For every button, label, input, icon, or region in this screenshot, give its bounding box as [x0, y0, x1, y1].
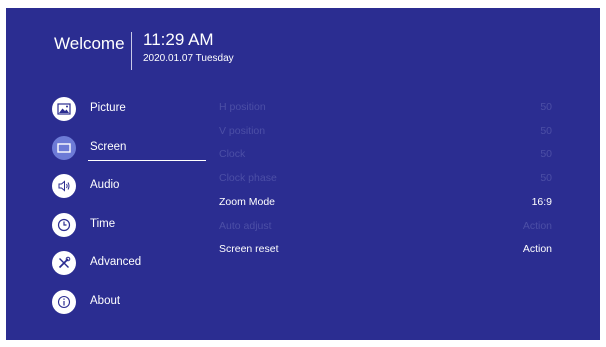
header-divider: [131, 32, 132, 70]
setting-value: 50: [540, 148, 552, 160]
clock-date: 2020.01.07 Tuesday: [143, 53, 234, 64]
setting-row-clock: Clock 50: [219, 148, 552, 162]
menu-item-picture[interactable]: Picture: [52, 97, 212, 121]
osd-screen: Welcome 11:29 AM 2020.01.07 Tuesday Pict…: [6, 8, 600, 340]
setting-value: 50: [540, 101, 552, 113]
speaker-icon: [52, 174, 76, 198]
setting-label: V position: [219, 125, 266, 137]
setting-row-clock-phase: Clock phase 50: [219, 172, 552, 186]
menu-label-picture: Picture: [90, 102, 126, 114]
setting-label: H position: [219, 101, 266, 113]
menu-label-about: About: [90, 295, 121, 307]
setting-row-zoom-mode[interactable]: Zoom Mode 16:9: [219, 196, 552, 210]
menu-item-screen[interactable]: Screen: [52, 136, 212, 161]
menu-item-about[interactable]: About: [52, 290, 212, 314]
menu-item-advanced[interactable]: Advanced: [52, 251, 212, 275]
clock-time: 11:29 AM: [143, 30, 214, 49]
setting-label: Auto adjust: [219, 220, 272, 232]
setting-label: Screen reset: [219, 243, 279, 255]
welcome-title: Welcome: [54, 34, 125, 53]
clock-icon: [52, 213, 76, 237]
menu-item-time[interactable]: Time: [52, 213, 212, 237]
setting-row-h-position: H position 50: [219, 101, 552, 115]
setting-value: Action: [522, 220, 552, 232]
setting-value: Action: [522, 243, 552, 255]
menu-item-audio[interactable]: Audio: [52, 174, 212, 198]
setting-label: Zoom Mode: [219, 196, 276, 208]
selection-underline: [88, 160, 206, 161]
setting-label: Clock phase: [219, 172, 277, 184]
menu-label-advanced: Advanced: [90, 256, 142, 268]
picture-icon: [52, 97, 76, 121]
menu-label-time: Time: [90, 218, 116, 230]
setting-row-auto-adjust: Auto adjust Action: [219, 220, 552, 234]
setting-value: 50: [540, 172, 552, 184]
setting-value: 16:9: [531, 196, 552, 208]
setting-value: 50: [540, 125, 552, 137]
screen-icon: [52, 136, 76, 160]
info-icon: [52, 290, 76, 314]
setting-label: Clock: [219, 148, 246, 160]
tools-icon: [52, 251, 76, 275]
menu-label-screen: Screen: [90, 141, 127, 153]
setting-row-v-position: V position 50: [219, 125, 552, 139]
menu-label-audio: Audio: [90, 179, 120, 191]
setting-row-screen-reset[interactable]: Screen reset Action: [219, 243, 552, 257]
